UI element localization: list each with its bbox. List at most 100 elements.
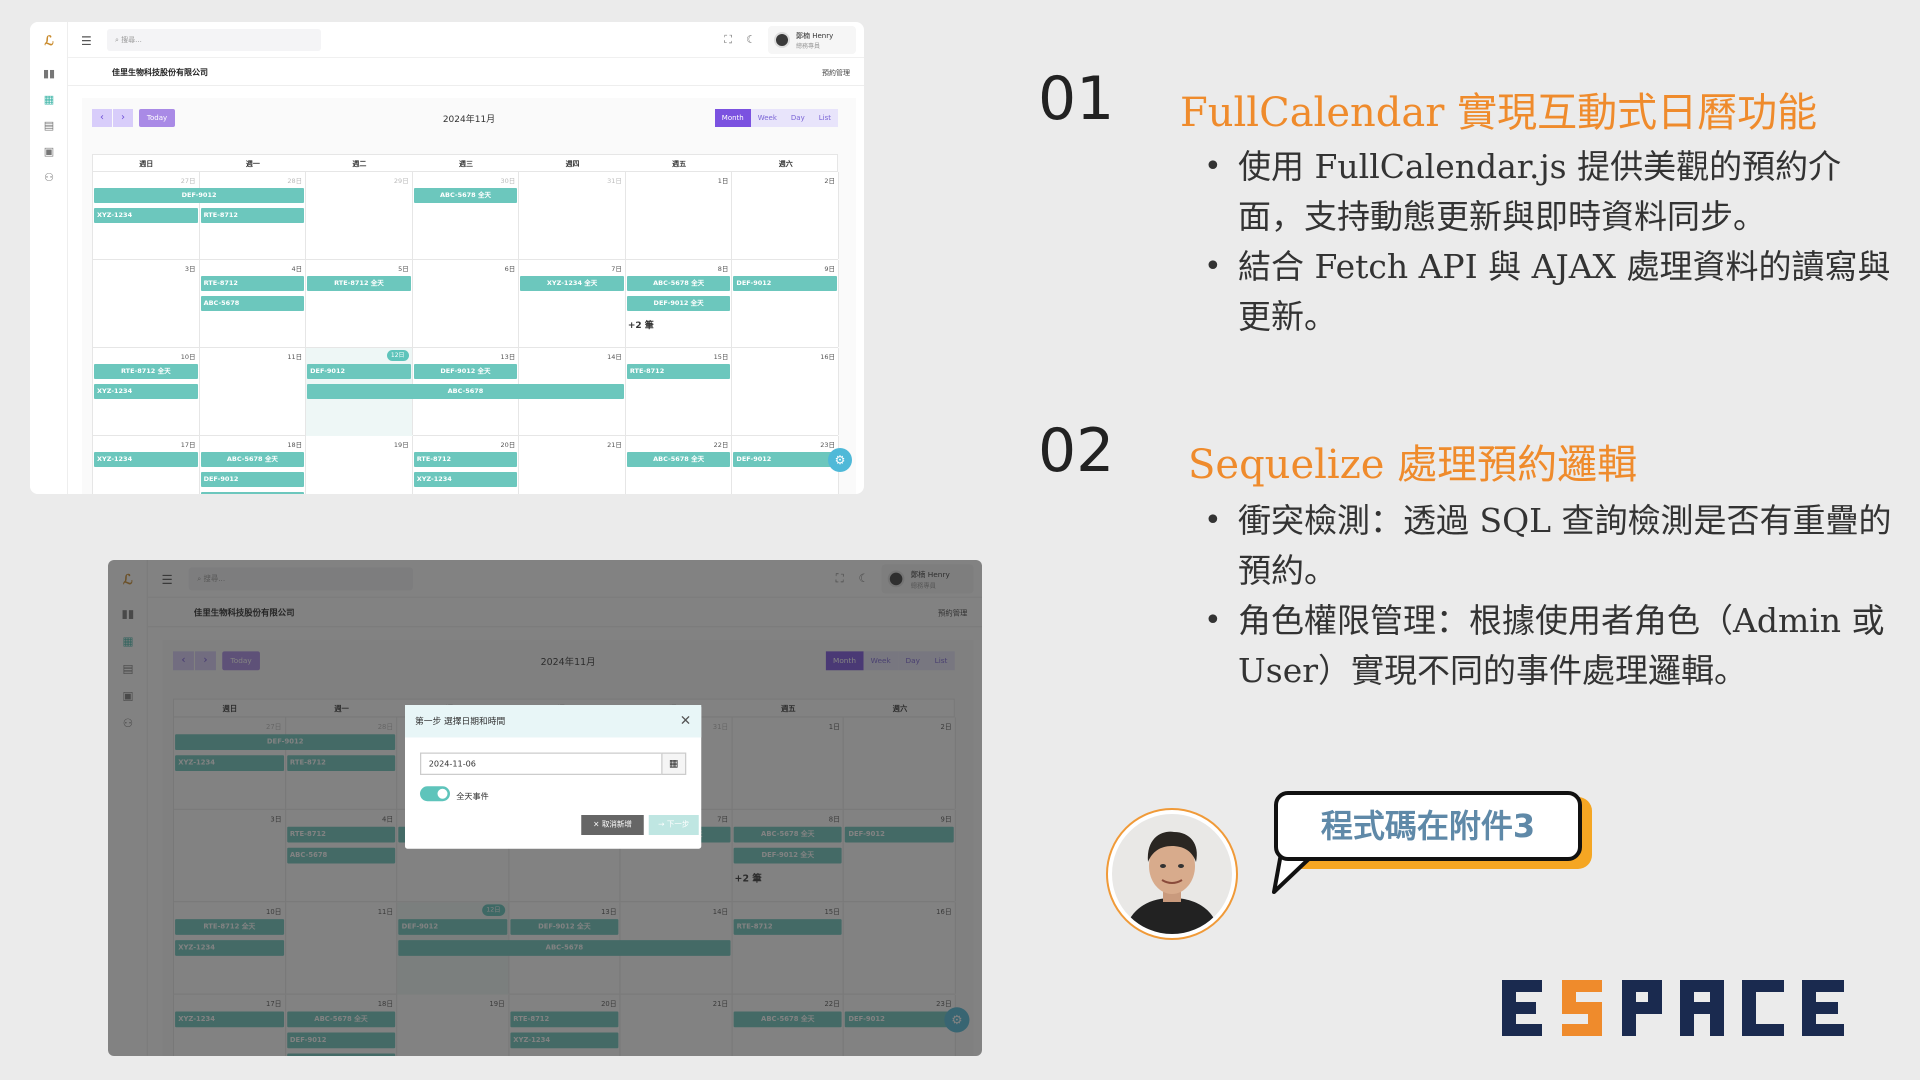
- calendar-event[interactable]: DEF-9012: [733, 276, 837, 291]
- user-role: 總務專員: [796, 43, 821, 50]
- day-number[interactable]: 7日: [602, 263, 622, 273]
- calendar-event[interactable]: RTE-8712 全天: [94, 364, 198, 379]
- day-number[interactable]: 20日: [495, 439, 516, 449]
- view-switcher: MonthWeekDayList: [714, 109, 838, 127]
- day-number[interactable]: 5日: [389, 263, 409, 273]
- day-number[interactable]: 2日: [815, 175, 835, 185]
- day-number[interactable]: 15日: [708, 351, 729, 361]
- weekday-label: 週四: [565, 160, 580, 168]
- calendar-event[interactable]: DEF-9012 全天: [413, 364, 518, 379]
- day-number[interactable]: 21日: [602, 439, 622, 449]
- calendar-event[interactable]: XYZ-1234: [94, 452, 198, 467]
- calendar-event[interactable]: RTE-8712: [626, 364, 731, 379]
- page-header: 佳里生物科技股份有限公司 預約管理: [68, 58, 864, 86]
- clipboard-icon[interactable]: ▤: [41, 118, 57, 134]
- day-number[interactable]: 28日: [282, 175, 302, 185]
- day-number[interactable]: 30日: [495, 175, 516, 185]
- calendar-app: ℒ ▮▮ ▦ ▤ ▣ ⚇ ☰ ⌕ 搜尋... ⛶ ☾ 鄭楠 Henry 總務專員佳里生物科技股份有限公…: [30, 22, 864, 494]
- calendar-event[interactable]: XYZ-1234: [413, 472, 518, 487]
- calendar-event[interactable]: XYZ-1234: [94, 384, 198, 399]
- calendar-event[interactable]: RTE-8712: [200, 492, 305, 494]
- calendar-event[interactable]: ABC-5678 全天: [626, 276, 731, 291]
- day-number[interactable]: 14日: [602, 351, 622, 361]
- settings-gear-icon[interactable]: ⚙: [828, 448, 852, 472]
- calendar-event[interactable]: RTE-8712 全天: [307, 276, 411, 291]
- grid-line: [624, 348, 626, 435]
- search-input[interactable]: ⌕ 搜尋...: [107, 29, 321, 51]
- day-number[interactable]: 29日: [389, 175, 409, 185]
- day-number[interactable]: 9日: [815, 263, 835, 273]
- today-date-badge: 12日: [386, 350, 409, 361]
- day-number[interactable]: 27日: [176, 175, 196, 185]
- grid-line: [411, 436, 413, 494]
- calendar-event[interactable]: XYZ-1234 全天: [520, 276, 624, 291]
- weekday-label: 週二: [352, 160, 367, 168]
- grid-line: [198, 436, 200, 494]
- weekday-header: 週日 週一 週二 週三 週四 週五 週六: [92, 154, 838, 172]
- user-menu[interactable]: 鄭楠 Henry 總務專員: [768, 26, 856, 54]
- view-week-button[interactable]: Week: [750, 109, 784, 127]
- calendar-event[interactable]: RTE-8712: [200, 276, 305, 291]
- day-number[interactable]: 10日: [176, 351, 196, 361]
- calendar-event[interactable]: ABC-5678 全天: [200, 452, 305, 467]
- more-events-link[interactable]: +2 筆: [628, 318, 654, 331]
- calendar-event[interactable]: RTE-8712: [200, 208, 305, 223]
- grid-line: [305, 348, 307, 435]
- fullscreen-icon[interactable]: ⛶: [724, 33, 732, 47]
- chart-icon[interactable]: ▮▮: [41, 66, 57, 82]
- calendar-event[interactable]: XYZ-1234: [94, 208, 198, 223]
- calendar-event[interactable]: ABC-5678: [307, 384, 624, 399]
- sidebar: ℒ ▮▮ ▦ ▤ ▣ ⚇: [30, 22, 68, 494]
- calendar-event[interactable]: RTE-8712: [413, 452, 518, 467]
- date-field[interactable]: [420, 752, 677, 775]
- calendar-event[interactable]: DEF-9012: [200, 472, 305, 487]
- view-list-button[interactable]: List: [811, 109, 838, 127]
- day-number[interactable]: 19日: [389, 439, 409, 449]
- grid-line: [731, 436, 733, 494]
- next-button[interactable]: → 下一步: [648, 815, 699, 835]
- archive-icon[interactable]: ▣: [41, 144, 57, 160]
- day-number[interactable]: 18日: [282, 439, 302, 449]
- section-heading-1: FullCalendar 實現互動式日曆功能: [1180, 90, 1818, 136]
- moon-icon[interactable]: ☾: [746, 33, 756, 46]
- calendar-event[interactable]: ABC-5678: [200, 296, 305, 311]
- users-icon[interactable]: ⚇: [41, 170, 57, 186]
- day-number[interactable]: 31日: [602, 175, 622, 185]
- calendar-icon[interactable]: ▦: [41, 92, 57, 108]
- calendar-toolbar: ‹›Today2024年11月MonthWeekDayList: [82, 98, 856, 138]
- grid-line: [838, 260, 839, 347]
- calendar-event[interactable]: ABC-5678 全天: [626, 452, 731, 467]
- day-number[interactable]: 11日: [282, 351, 302, 361]
- calendar-event[interactable]: ABC-5678 全天: [413, 188, 518, 203]
- breadcrumb: 預約管理: [822, 69, 850, 77]
- day-number[interactable]: 22日: [708, 439, 729, 449]
- user-name: 鄭楠 Henry: [796, 32, 834, 40]
- day-number[interactable]: 17日: [176, 439, 196, 449]
- calendar-icon[interactable]: ▦: [661, 752, 687, 775]
- day-number[interactable]: 1日: [708, 175, 729, 185]
- calendar-event[interactable]: DEF-9012: [94, 188, 305, 203]
- cancel-button[interactable]: × 取消新增: [581, 815, 644, 835]
- day-number[interactable]: 4日: [282, 263, 303, 273]
- grid-line: [198, 172, 200, 259]
- grid-line: [838, 348, 839, 435]
- day-number[interactable]: 16日: [815, 351, 835, 361]
- day-number[interactable]: 3日: [176, 263, 196, 273]
- speech-text: 程式碼在附件3: [1320, 807, 1536, 845]
- logo-icon: ℒ: [44, 34, 54, 49]
- day-number[interactable]: 23日: [815, 439, 835, 449]
- menu-icon[interactable]: ☰: [81, 34, 92, 48]
- modal-title: 第一步 選擇日期和時間: [415, 716, 506, 727]
- calendar-event[interactable]: DEF-9012 全天: [626, 296, 731, 311]
- company-name: 佳里生物科技股份有限公司: [112, 68, 208, 77]
- grid-line: [411, 260, 413, 347]
- view-month-button[interactable]: Month: [714, 109, 751, 127]
- calendar-event[interactable]: DEF-9012: [307, 364, 411, 379]
- day-number[interactable]: 6日: [495, 263, 516, 273]
- day-number[interactable]: 13日: [495, 351, 516, 361]
- view-day-button[interactable]: Day: [783, 109, 812, 127]
- allday-toggle[interactable]: [420, 786, 450, 802]
- close-icon[interactable]: ✕: [680, 713, 692, 729]
- day-number[interactable]: 8日: [708, 263, 729, 273]
- calendar-event[interactable]: DEF-9012: [733, 452, 837, 467]
